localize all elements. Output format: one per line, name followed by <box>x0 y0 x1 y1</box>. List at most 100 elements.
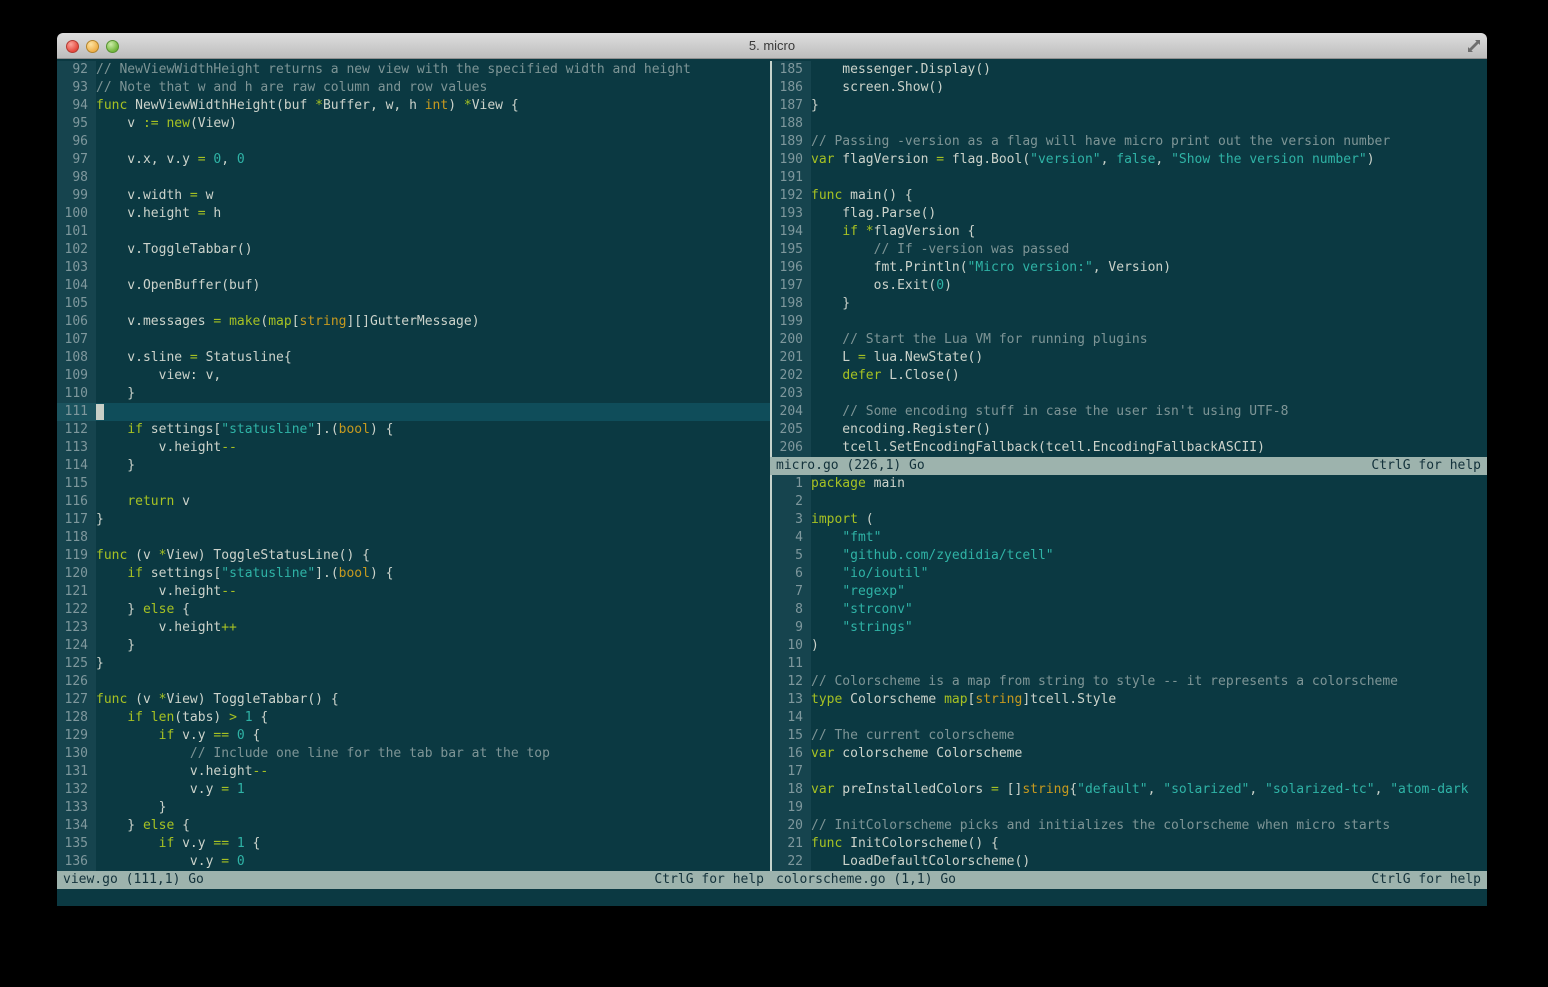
code-line[interactable]: 18 var preInstalledColors = []string{"def… <box>770 781 1487 799</box>
code-line[interactable]: 135 if v.y == 1 { <box>57 835 770 853</box>
code-line[interactable]: 101 <box>57 223 770 241</box>
code-line[interactable]: 202 defer L.Close() <box>770 367 1487 385</box>
code-line[interactable]: 190 var flagVersion = flag.Bool("version"… <box>770 151 1487 169</box>
code-line[interactable]: 4 "fmt" <box>770 529 1487 547</box>
code-line[interactable]: 204 // Some encoding stuff in case the u… <box>770 403 1487 421</box>
code-line[interactable]: 95 v := new(View) <box>57 115 770 133</box>
code-line[interactable]: 187} <box>770 97 1487 115</box>
code-line[interactable]: 131 v.height-- <box>57 763 770 781</box>
code-line[interactable]: 117} <box>57 511 770 529</box>
code-line[interactable]: 8 "strconv" <box>770 601 1487 619</box>
code-line[interactable]: 92// NewViewWidthHeight returns a new vi… <box>57 61 770 79</box>
code-line[interactable]: 22 LoadDefaultColorscheme() <box>770 853 1487 871</box>
code-line[interactable]: 7 "regexp" <box>770 583 1487 601</box>
code-line[interactable]: 106 v.messages = make(map[string][]Gutte… <box>57 313 770 331</box>
code-line[interactable]: 20// InitColorscheme picks and initializ… <box>770 817 1487 835</box>
code-line[interactable]: 11 <box>770 655 1487 673</box>
code-line[interactable]: 205 encoding.Register() <box>770 421 1487 439</box>
code-line[interactable]: 130 // Include one line for the tab bar … <box>57 745 770 763</box>
code-text: // Start the Lua VM for running plugins <box>811 332 1148 347</box>
code-line[interactable]: 119 func (v *View) ToggleStatusLine() { <box>57 547 770 565</box>
code-line[interactable]: 21 func InitColorscheme() { <box>770 835 1487 853</box>
code-line[interactable]: 203 <box>770 385 1487 403</box>
code-line[interactable]: 124 } <box>57 637 770 655</box>
code-line[interactable]: 132 v.y = 1 <box>57 781 770 799</box>
code-line[interactable]: 5 "github.com/zyedidia/tcell" <box>770 547 1487 565</box>
code-line[interactable]: 14 <box>770 709 1487 727</box>
code-text: v.height = h <box>96 206 222 221</box>
code-line[interactable]: 197 os.Exit(0) <box>770 277 1487 295</box>
code-line[interactable]: 128 if len(tabs) > 1 { <box>57 709 770 727</box>
code-line[interactable]: 120 if settings["statusline"].(bool) { <box>57 565 770 583</box>
titlebar[interactable]: 5. micro <box>57 33 1487 59</box>
code-line[interactable]: 10) <box>770 637 1487 655</box>
code-line[interactable]: 107 <box>57 331 770 349</box>
code-line[interactable]: 121 v.height-- <box>57 583 770 601</box>
code-line[interactable]: 194 if *flagVersion { <box>770 223 1487 241</box>
code-line[interactable]: 188 <box>770 115 1487 133</box>
code-line[interactable]: 196 fmt.Println("Micro version:", Versio… <box>770 259 1487 277</box>
code-line[interactable]: 122 } else { <box>57 601 770 619</box>
code-line[interactable]: 17 <box>770 763 1487 781</box>
code-line[interactable]: 2 <box>770 493 1487 511</box>
code-line[interactable]: 112 if settings["statusline"].(bool) { <box>57 421 770 439</box>
code-line[interactable]: 193 flag.Parse() <box>770 205 1487 223</box>
code-line[interactable]: 191 <box>770 169 1487 187</box>
code-line[interactable]: 111 <box>57 403 770 421</box>
line-number: 131 <box>57 763 96 781</box>
code-line[interactable]: 198 } <box>770 295 1487 313</box>
editor-pane-view-go[interactable]: 92// NewViewWidthHeight returns a new vi… <box>57 61 770 871</box>
code-line[interactable]: 109 view: v, <box>57 367 770 385</box>
code-line[interactable]: 125} <box>57 655 770 673</box>
code-line[interactable]: 12// Colorscheme is a map from string to… <box>770 673 1487 691</box>
code-line[interactable]: 105 <box>57 295 770 313</box>
code-line[interactable]: 186 screen.Show() <box>770 79 1487 97</box>
code-line[interactable]: 195 // If -version was passed <box>770 241 1487 259</box>
code-line[interactable]: 206 tcell.SetEncodingFallback(tcell.Enco… <box>770 439 1487 457</box>
code-line[interactable]: 113 v.height-- <box>57 439 770 457</box>
code-line[interactable]: 134 } else { <box>57 817 770 835</box>
code-line[interactable]: 96 <box>57 133 770 151</box>
code-line[interactable]: 189// Passing -version as a flag will ha… <box>770 133 1487 151</box>
code-line[interactable]: 93// Note that w and h are raw column an… <box>57 79 770 97</box>
code-line[interactable]: 100 v.height = h <box>57 205 770 223</box>
editor-pane-colorscheme-go[interactable]: 1 package main 2 3 import (4 "fmt" 5 "github.… <box>770 475 1487 871</box>
code-line[interactable]: 110 } <box>57 385 770 403</box>
code-line[interactable]: 9 "strings" <box>770 619 1487 637</box>
command-line[interactable] <box>57 889 1487 906</box>
resize-icon[interactable] <box>1467 39 1481 53</box>
code-line[interactable]: 19 <box>770 799 1487 817</box>
code-line[interactable]: 97 v.x, v.y = 0, 0 <box>57 151 770 169</box>
code-line[interactable]: 200 // Start the Lua VM for running plug… <box>770 331 1487 349</box>
line-number: 135 <box>57 835 96 853</box>
code-line[interactable]: 99 v.width = w <box>57 187 770 205</box>
code-line[interactable]: 103 <box>57 259 770 277</box>
code-line[interactable]: 115 <box>57 475 770 493</box>
code-line[interactable]: 16 var colorscheme Colorscheme <box>770 745 1487 763</box>
code-line[interactable]: 104 v.OpenBuffer(buf) <box>57 277 770 295</box>
code-line[interactable]: 129 if v.y == 0 { <box>57 727 770 745</box>
code-line[interactable]: 126 <box>57 673 770 691</box>
code-line[interactable]: 102 v.ToggleTabbar() <box>57 241 770 259</box>
code-line[interactable]: 201 L = lua.NewState() <box>770 349 1487 367</box>
code-line[interactable]: 6 "io/ioutil" <box>770 565 1487 583</box>
code-line[interactable]: 199 <box>770 313 1487 331</box>
code-line[interactable]: 127 func (v *View) ToggleTabbar() { <box>57 691 770 709</box>
code-line[interactable]: 108 v.sline = Statusline{ <box>57 349 770 367</box>
editor-pane-micro-go[interactable]: 185 messenger.Display() 186 screen.Show()… <box>770 61 1487 457</box>
code-line[interactable]: 192 func main() { <box>770 187 1487 205</box>
code-line[interactable]: 123 v.height++ <box>57 619 770 637</box>
code-line[interactable]: 114 } <box>57 457 770 475</box>
code-line[interactable]: 98 <box>57 169 770 187</box>
code-line[interactable]: 1 package main <box>770 475 1487 493</box>
code-line[interactable]: 133 } <box>57 799 770 817</box>
code-line[interactable]: 3 import ( <box>770 511 1487 529</box>
line-number: 196 <box>770 259 811 277</box>
code-line[interactable]: 118 <box>57 529 770 547</box>
code-line[interactable]: 136 v.y = 0 <box>57 853 770 871</box>
code-line[interactable]: 94 func NewViewWidthHeight(buf *Buffer, w… <box>57 97 770 115</box>
code-line[interactable]: 185 messenger.Display() <box>770 61 1487 79</box>
code-line[interactable]: 13 type Colorscheme map[string]tcell.Styl… <box>770 691 1487 709</box>
code-line[interactable]: 116 return v <box>57 493 770 511</box>
code-line[interactable]: 15// The current colorscheme <box>770 727 1487 745</box>
